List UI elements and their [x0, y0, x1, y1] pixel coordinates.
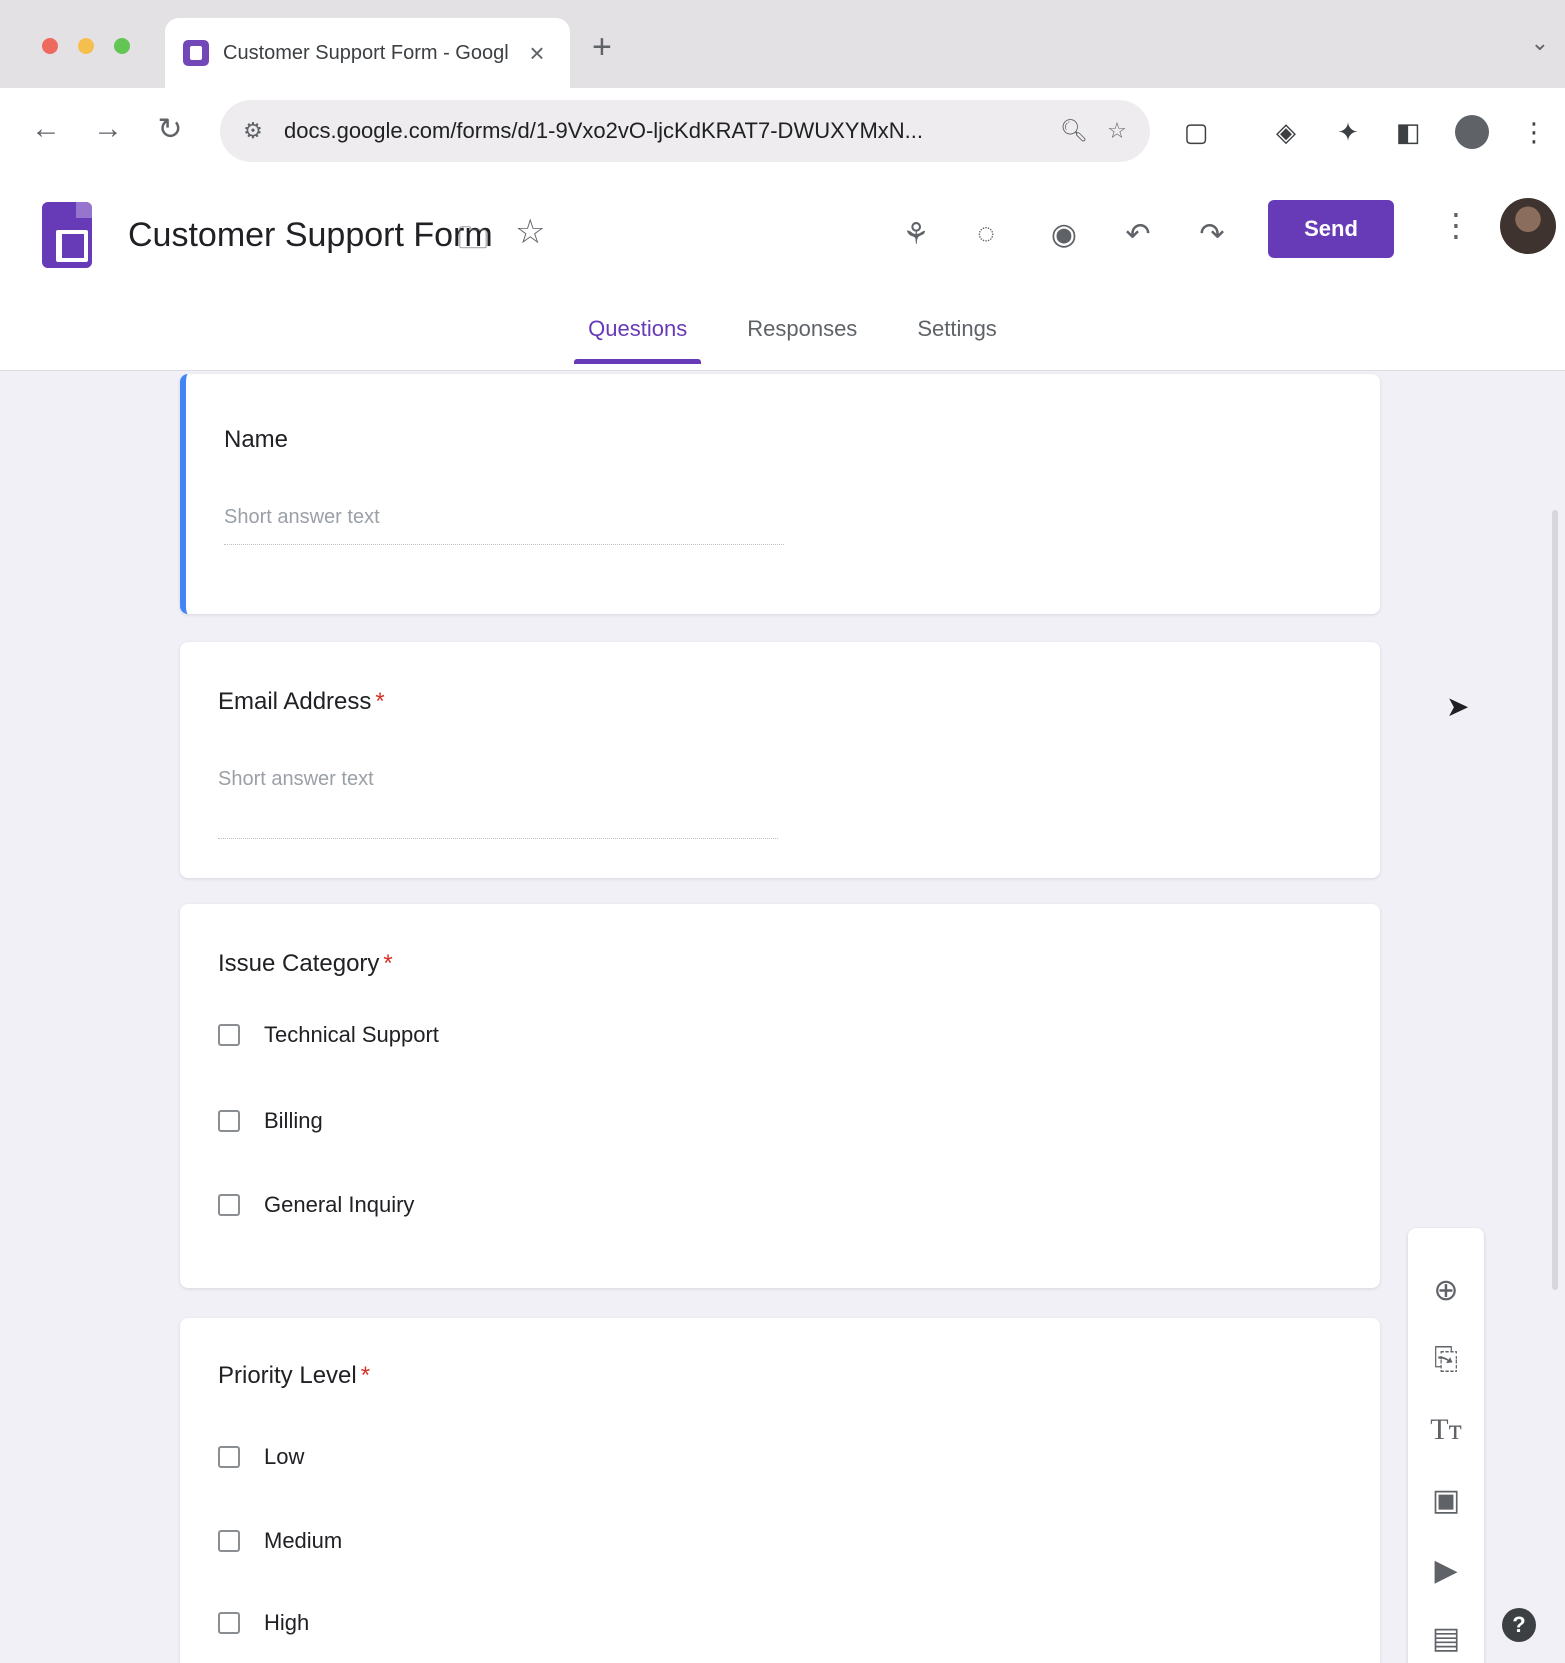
- question-card-priority-level[interactable]: Priority Level * Low Medium High: [180, 1318, 1380, 1663]
- add-title-icon[interactable]: Tт: [1422, 1406, 1470, 1454]
- scrollbar[interactable]: [1552, 510, 1558, 1290]
- option-label: General Inquiry: [264, 1192, 415, 1217]
- option-label: Medium: [264, 1528, 343, 1553]
- checkbox-option[interactable]: High: [218, 1610, 309, 1636]
- question-title[interactable]: Issue Category *: [218, 950, 393, 978]
- profile-avatar-icon[interactable]: [1452, 112, 1492, 152]
- window-controls: [42, 38, 130, 54]
- undo-icon[interactable]: ↶: [1114, 210, 1162, 258]
- close-window-button[interactable]: [42, 38, 58, 54]
- forward-icon[interactable]: →: [88, 112, 128, 146]
- form-tabs: Questions Responses Settings: [0, 302, 1565, 364]
- side-toolbar: ⊕ ⎘ Tт ▣ ▶ ▤: [1408, 1228, 1484, 1663]
- tab-responses[interactable]: Responses: [733, 302, 871, 364]
- checkbox-option[interactable]: Medium: [218, 1528, 342, 1554]
- import-questions-icon[interactable]: ⎘: [1422, 1336, 1470, 1384]
- site-info-icon[interactable]: ⚙: [240, 118, 266, 144]
- redo-icon[interactable]: ↷: [1188, 210, 1236, 258]
- checkbox-option[interactable]: Billing: [218, 1108, 323, 1134]
- tab-questions[interactable]: Questions: [574, 302, 702, 364]
- more-options-icon[interactable]: ⋮: [1440, 206, 1472, 244]
- question-title[interactable]: Email Address *: [218, 688, 385, 716]
- mouse-pointer-icon: ➤: [1446, 691, 1470, 722]
- reload-icon[interactable]: ↻: [150, 112, 190, 147]
- required-asterisk: *: [360, 1362, 371, 1389]
- address-bar[interactable]: ⚙ docs.google.com/forms/d/1-9Vxo2vO-ljcK…: [220, 100, 1150, 162]
- checkbox-option[interactable]: Low: [218, 1444, 304, 1470]
- extension-icon[interactable]: ◈: [1266, 112, 1306, 152]
- add-section-icon[interactable]: ▤: [1422, 1614, 1470, 1662]
- short-answer-placeholder: Short answer text: [218, 768, 374, 790]
- checkbox-option[interactable]: Technical Support: [218, 1022, 439, 1048]
- star-icon[interactable]: ☆: [515, 212, 545, 252]
- question-title[interactable]: Name: [224, 426, 288, 454]
- short-answer-placeholder: Short answer text: [224, 506, 380, 528]
- bookmark-star-icon[interactable]: ☆: [1104, 118, 1130, 144]
- send-button[interactable]: Send: [1268, 200, 1394, 258]
- browser-tab[interactable]: Customer Support Form - Google Forms ×: [165, 18, 570, 88]
- extensions-puzzle-icon[interactable]: ✦: [1328, 112, 1368, 152]
- form-title[interactable]: Customer Support Form: [128, 216, 493, 255]
- add-image-icon[interactable]: ▣: [1422, 1476, 1470, 1524]
- required-asterisk: *: [375, 688, 385, 715]
- url-text[interactable]: docs.google.com/forms/d/1-9Vxo2vO-ljcKdK…: [284, 118, 1042, 144]
- account-avatar[interactable]: [1500, 198, 1556, 254]
- add-question-icon[interactable]: ⊕: [1422, 1266, 1470, 1314]
- new-tab-icon[interactable]: +: [592, 28, 612, 67]
- option-label: High: [264, 1610, 310, 1635]
- browser-tab-bar: Customer Support Form - Google Forms × +…: [0, 0, 1565, 88]
- tab-close-icon[interactable]: ×: [522, 38, 552, 69]
- forms-app-header: Customer Support Form 🗀 ☆ ⚘ ◌ ◉ ↶ ↷ Send…: [0, 176, 1565, 371]
- zoom-icon[interactable]: 🔍︎: [1060, 118, 1088, 144]
- install-app-icon[interactable]: ▢: [1176, 112, 1216, 152]
- checkbox[interactable]: [218, 1530, 240, 1552]
- google-forms-logo-icon[interactable]: [42, 202, 92, 268]
- checkbox[interactable]: [218, 1110, 240, 1132]
- question-card-name[interactable]: Name Short answer text: [180, 374, 1380, 614]
- option-label: Billing: [264, 1108, 323, 1133]
- forms-favicon-icon: [183, 40, 209, 66]
- required-asterisk: *: [383, 950, 393, 977]
- checkbox[interactable]: [218, 1446, 240, 1468]
- maximize-window-button[interactable]: [114, 38, 130, 54]
- checkbox[interactable]: [218, 1194, 240, 1216]
- preview-eye-icon[interactable]: ◉: [1040, 210, 1088, 258]
- tab-title: Customer Support Form - Google Forms: [223, 41, 508, 64]
- checkbox-option[interactable]: General Inquiry: [218, 1192, 414, 1218]
- move-to-folder-icon[interactable]: 🗀: [458, 216, 488, 267]
- question-card-issue-category[interactable]: Issue Category * Technical Support Billin…: [180, 904, 1380, 1288]
- question-title[interactable]: Priority Level *: [218, 1362, 370, 1390]
- add-video-icon[interactable]: ▶: [1422, 1546, 1470, 1594]
- customize-theme-icon[interactable]: ⚘: [892, 210, 940, 258]
- tab-settings[interactable]: Settings: [903, 302, 1011, 364]
- checkbox[interactable]: [218, 1612, 240, 1634]
- help-icon[interactable]: ?: [1502, 1608, 1536, 1642]
- option-label: Low: [264, 1444, 305, 1469]
- answer-line: [224, 544, 784, 545]
- option-label: Technical Support: [264, 1022, 439, 1047]
- back-icon[interactable]: ←: [26, 112, 66, 146]
- answer-line: [218, 838, 778, 839]
- question-card-email[interactable]: Email Address * Short answer text: [180, 642, 1380, 878]
- minimize-window-button[interactable]: [78, 38, 94, 54]
- side-panel-icon[interactable]: ◧: [1388, 112, 1428, 152]
- tab-search-icon[interactable]: ⌄: [1531, 30, 1549, 56]
- browser-menu-icon[interactable]: ⋮: [1514, 112, 1554, 152]
- checkbox[interactable]: [218, 1024, 240, 1046]
- comment-icon[interactable]: ◌: [962, 210, 1010, 258]
